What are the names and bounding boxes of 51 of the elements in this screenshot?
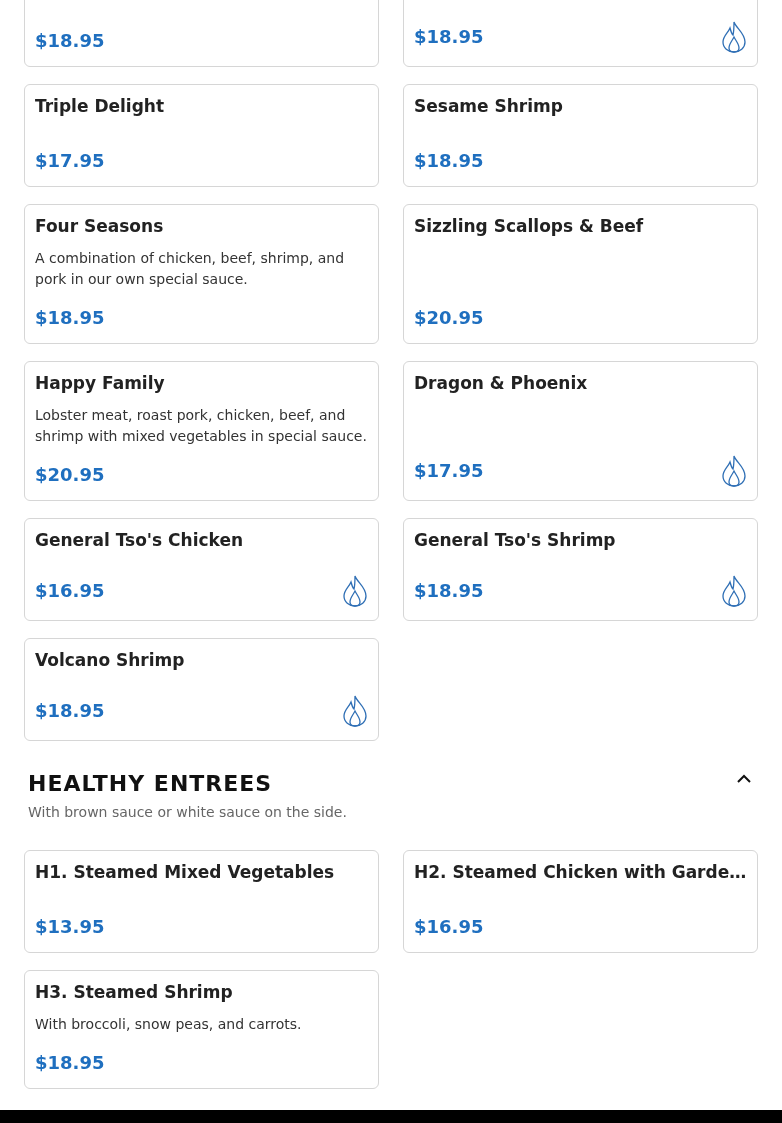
item-price: $18.95 — [35, 1051, 105, 1075]
item-price: $18.95 — [414, 579, 484, 603]
menu-item-card[interactable]: H1. Steamed Mixed Vegetables $13.95 — [24, 850, 379, 953]
item-price: $18.95 — [35, 306, 105, 330]
item-price: $13.95 — [35, 915, 105, 939]
menu-item-card[interactable]: Sizzling Scallops & Beef $20.95 — [403, 204, 758, 344]
item-name: H3. Steamed Shrimp — [35, 981, 234, 1003]
menu-item-card[interactable]: H2. Steamed Chicken with Garde… $16.95 — [403, 850, 758, 953]
flame-icon — [721, 575, 747, 607]
item-description: A combination of chicken, beef, shrimp, and pork in our own special sauce. — [35, 249, 346, 289]
item-price: $17.95 — [35, 149, 105, 173]
item-price: $20.95 — [35, 463, 105, 487]
item-price: $18.95 — [35, 699, 105, 723]
menu-item-card[interactable]: $18.95 — [24, 0, 379, 67]
item-name: H2. Steamed Chicken with Garde… — [414, 861, 747, 883]
flame-icon — [721, 455, 747, 487]
flame-icon — [342, 695, 368, 727]
menu-item-card[interactable]: Triple Delight $17.95 — [24, 84, 379, 187]
menu-item-card[interactable]: General Tso's Chicken $16.95 — [24, 518, 379, 621]
flame-icon — [721, 21, 747, 53]
item-name: General Tso's Shrimp — [414, 529, 617, 551]
menu-item-card[interactable]: Four Seasons A combination of chicken, beef, shrimp, and pork in our own special sauce. $18.95 — [24, 204, 379, 344]
section-title: HEALTHY ENTREES — [28, 771, 273, 796]
item-description: Lobster meat, roast pork, chicken, beef, and shrimp with mixed vegetables in special sauce. — [35, 406, 368, 446]
menu-item-card[interactable]: Dragon & Phoenix $17.95 — [403, 361, 758, 501]
item-description: With broccoli, snow peas, and carrots. — [35, 1015, 303, 1034]
menu-item-card[interactable]: Happy Family Lobster meat, roast pork, chicken, beef, and shrimp with mixed vegetables in special sauce. $20.95 — [24, 361, 379, 501]
item-price: $17.95 — [414, 459, 484, 483]
menu-item-card[interactable]: H3. Steamed Shrimp With broccoli, snow peas, and carrots. $18.95 — [24, 970, 379, 1089]
item-name: Volcano Shrimp — [35, 649, 186, 671]
section-subtitle: With brown sauce or white sauce on the side. — [27, 803, 348, 822]
item-name: Dragon & Phoenix — [414, 372, 589, 394]
item-name: Happy Family — [35, 372, 166, 394]
item-name: Sizzling Scallops & Beef — [414, 215, 645, 237]
menu-item-card[interactable]: $18.95 — [403, 0, 758, 67]
item-price: $18.95 — [414, 149, 484, 173]
item-name: Sesame Shrimp — [414, 95, 564, 117]
item-price: $18.95 — [35, 29, 105, 53]
item-name: Four Seasons — [35, 215, 165, 237]
menu-item-card[interactable]: Volcano Shrimp $18.95 — [24, 638, 379, 741]
item-name: General Tso's Chicken — [35, 529, 245, 551]
menu-item-card[interactable]: Sesame Shrimp $18.95 — [403, 84, 758, 187]
item-price: $20.95 — [414, 306, 484, 330]
item-name: H1. Steamed Mixed Vegetables — [35, 861, 336, 883]
item-price: $16.95 — [414, 915, 484, 939]
item-name: Triple Delight — [35, 95, 166, 117]
chevron-icon — [737, 773, 751, 783]
menu-item-card[interactable]: General Tso's Shrimp $18.95 — [403, 518, 758, 621]
item-price: $16.95 — [35, 579, 105, 603]
item-price: $18.95 — [414, 25, 484, 49]
flame-icon — [342, 575, 368, 607]
